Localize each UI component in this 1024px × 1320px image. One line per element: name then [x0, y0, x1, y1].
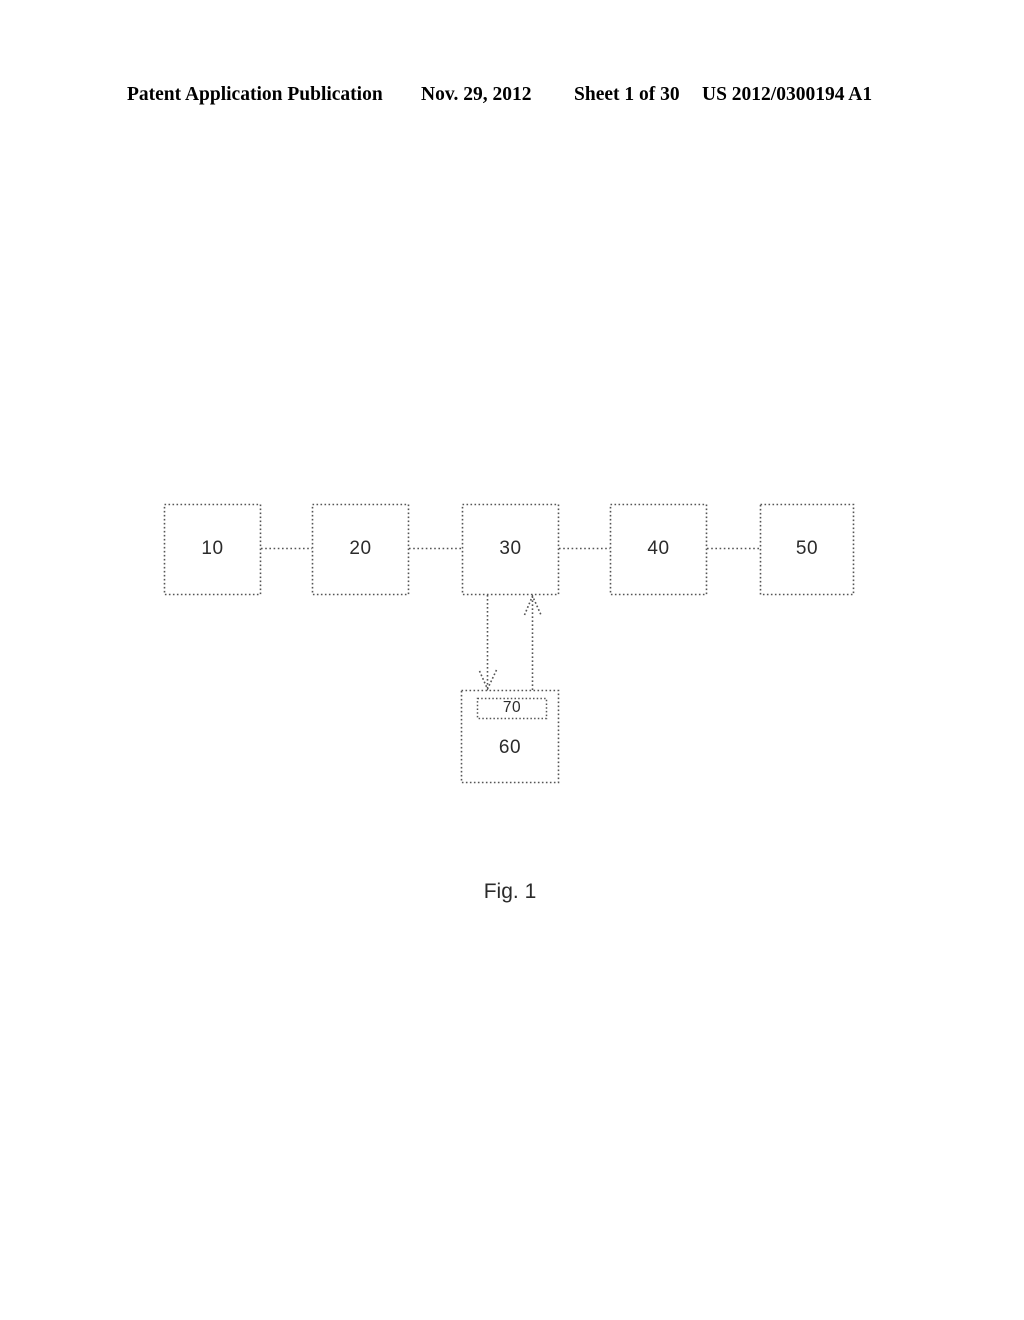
block-40-label: 40	[647, 538, 670, 559]
block-diagram-canvas	[163, 503, 855, 784]
arrow-60-to-30	[523, 593, 543, 690]
block-20-label: 20	[349, 538, 372, 559]
figure-1-diagram: 10 20 30 40 50 60 70 Fig. 1	[0, 0, 1024, 1320]
block-10-label: 10	[201, 538, 224, 559]
arrow-30-to-60	[478, 595, 498, 691]
block-60-label: 60	[498, 737, 522, 758]
block-30-label: 30	[499, 538, 522, 559]
block-50-label: 50	[795, 538, 819, 559]
figure-caption: Fig. 1	[483, 880, 537, 903]
block-70-label: 70	[502, 699, 522, 716]
